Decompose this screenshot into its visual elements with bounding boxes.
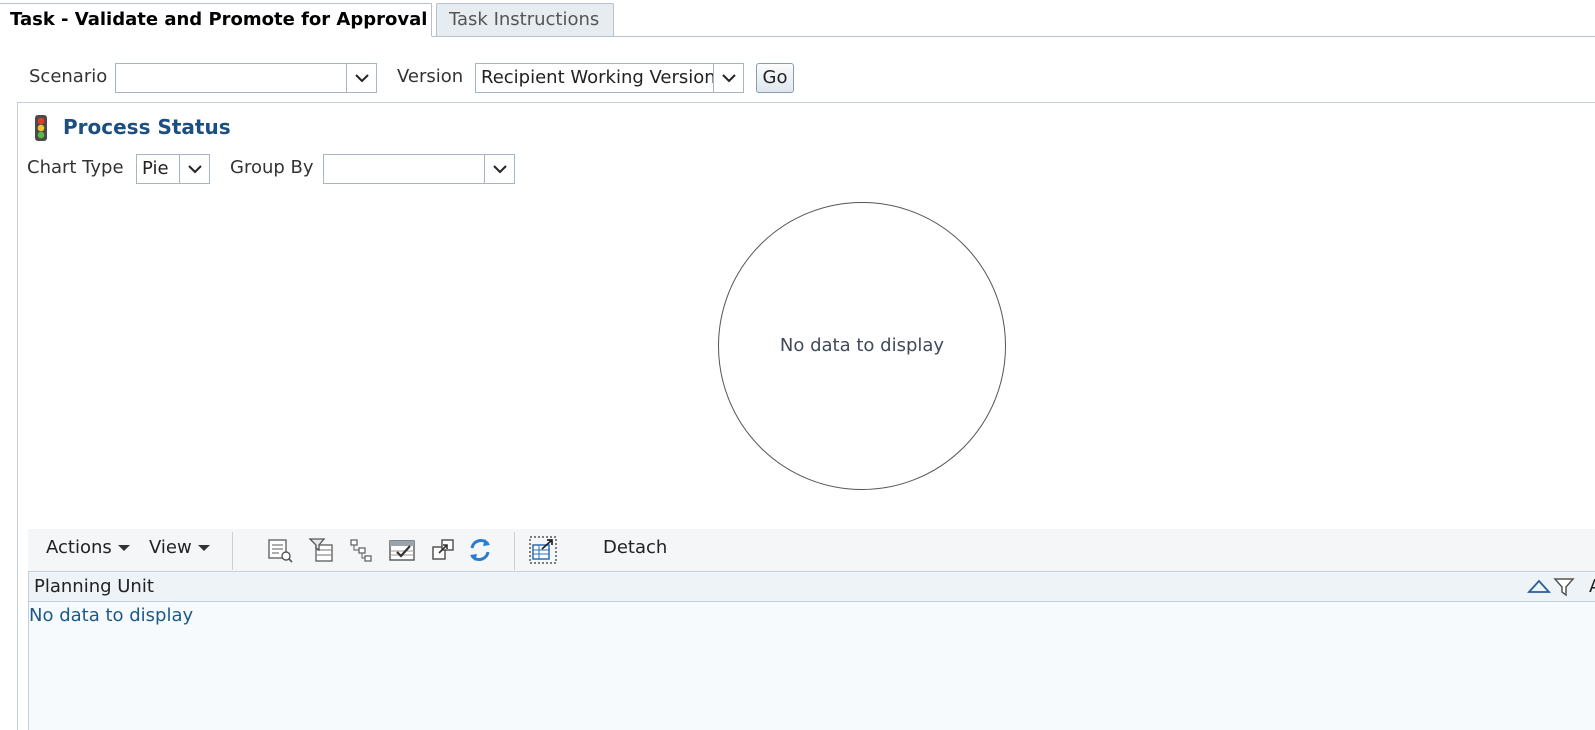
filter-table-icon[interactable]	[308, 536, 336, 564]
actions-menu[interactable]: Actions	[46, 537, 130, 558]
table-no-data-message: No data to display	[29, 605, 194, 626]
version-value: Recipient Working Version	[481, 67, 716, 88]
column-header-next[interactable]: A	[1589, 576, 1595, 597]
sort-ascending-icon[interactable]	[1527, 578, 1551, 594]
tab-task-instructions[interactable]: Task Instructions	[436, 3, 614, 36]
detach-icon	[529, 536, 557, 564]
chart-type-label: Chart Type	[27, 157, 124, 178]
chevron-down-icon[interactable]	[713, 64, 743, 92]
actions-menu-label: Actions	[46, 537, 112, 558]
table-header-row: Planning Unit A	[28, 571, 1595, 602]
process-status-title: Process Status	[63, 115, 231, 139]
view-menu-label: View	[149, 537, 192, 558]
chart-type-value: Pie	[142, 158, 169, 179]
chart-type-select[interactable]: Pie	[136, 154, 210, 184]
refresh-icon[interactable]	[466, 536, 494, 564]
detach-label: Detach	[603, 537, 668, 558]
group-by-select[interactable]	[323, 154, 515, 184]
chevron-down-icon[interactable]	[484, 155, 514, 183]
scenario-select[interactable]	[115, 63, 377, 93]
pie-chart: No data to display	[718, 202, 1008, 492]
go-button[interactable]: Go	[756, 63, 794, 93]
tab-validate-promote[interactable]: Task - Validate and Promote for Approval	[0, 3, 432, 37]
version-label: Version	[397, 66, 464, 87]
hierarchy-icon[interactable]	[348, 536, 376, 564]
traffic-light-icon	[35, 115, 47, 141]
toolbar-separator	[232, 532, 233, 570]
filter-icon[interactable]	[1553, 577, 1575, 597]
version-select[interactable]: Recipient Working Version	[475, 63, 744, 93]
caret-down-icon	[117, 545, 130, 551]
group-by-label: Group By	[230, 157, 314, 178]
approve-icon[interactable]	[388, 536, 416, 564]
query-by-example-icon[interactable]	[266, 536, 294, 564]
export-icon[interactable]	[430, 536, 458, 564]
view-menu[interactable]: View	[149, 537, 210, 558]
scenario-label: Scenario	[29, 66, 108, 87]
table-toolbar: Actions View Detach	[28, 529, 1595, 571]
chevron-down-icon[interactable]	[346, 64, 376, 92]
column-header-planning-unit[interactable]: Planning Unit	[34, 576, 154, 597]
chevron-down-icon[interactable]	[179, 155, 209, 183]
tab-bar: Task - Validate and Promote for Approval…	[0, 0, 1595, 37]
pie-no-data-message: No data to display	[779, 335, 945, 356]
caret-down-icon	[197, 545, 210, 551]
toolbar-separator	[514, 532, 515, 570]
